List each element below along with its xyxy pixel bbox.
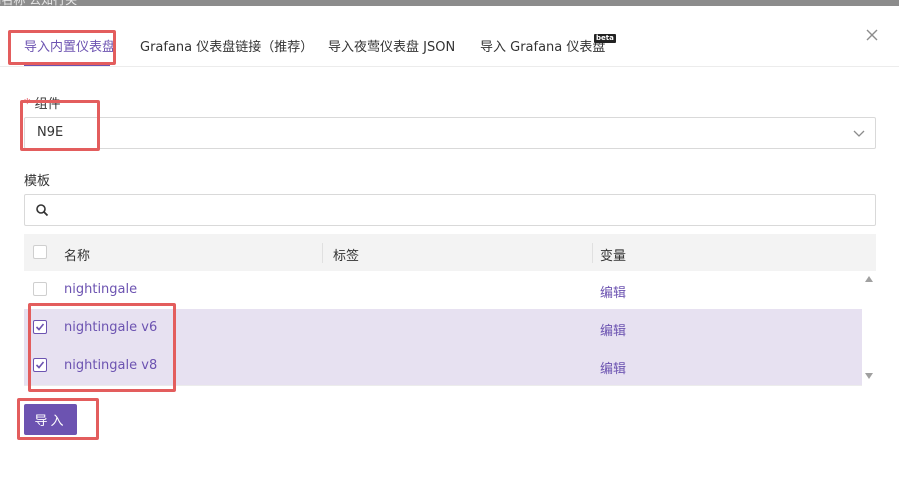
checkmark-icon	[35, 361, 45, 369]
chevron-down-icon	[853, 130, 865, 137]
column-divider	[322, 243, 323, 263]
import-tabs: 导入内置仪表盘 Grafana 仪表盘链接（推荐） 导入夜莺仪表盘 JSON 导…	[0, 6, 899, 67]
component-label: * 组件	[24, 93, 61, 112]
template-search-box	[24, 194, 876, 226]
edit-variables-link[interactable]: 编辑	[600, 358, 626, 377]
scroll-up-arrow-icon[interactable]	[865, 276, 873, 282]
tab-import-builtin[interactable]: 导入内置仪表盘	[24, 36, 115, 55]
column-variables-header: 变量	[600, 249, 627, 264]
template-name-link[interactable]: nightingale v8	[64, 358, 157, 373]
row-checkbox[interactable]	[33, 282, 47, 296]
table-header: 名称 标签 变量	[24, 234, 876, 271]
table-row: nightingale v6 编辑	[24, 309, 862, 348]
table-row: nightingale 编辑	[24, 271, 862, 310]
beta-badge: beta	[594, 34, 616, 43]
component-select[interactable]: N9E	[24, 117, 876, 149]
component-label-text: 组件	[34, 97, 61, 112]
template-search-input[interactable]	[57, 199, 861, 221]
required-mark: *	[24, 97, 31, 112]
column-divider	[592, 243, 593, 263]
component-select-value: N9E	[37, 125, 64, 140]
checkmark-icon	[35, 323, 45, 331]
active-tab-indicator	[24, 64, 110, 66]
edit-variables-link[interactable]: 编辑	[600, 282, 626, 301]
column-tags-header: 标签	[333, 249, 360, 264]
select-all-checkbox[interactable]	[33, 245, 47, 259]
row-checkbox[interactable]	[33, 358, 47, 372]
edit-variables-link[interactable]: 编辑	[600, 320, 626, 339]
row-checkbox[interactable]	[33, 320, 47, 334]
template-name-link[interactable]: nightingale	[64, 282, 137, 297]
scroll-down-arrow-icon[interactable]	[865, 373, 873, 379]
template-name-link[interactable]: nightingale v6	[64, 320, 157, 335]
column-name-header: 名称	[64, 249, 91, 264]
close-icon[interactable]	[863, 26, 881, 44]
tab-import-n9e-json[interactable]: 导入夜莺仪表盘 JSON	[328, 36, 455, 55]
import-button[interactable]: 导入	[24, 404, 77, 435]
template-label: 模板	[24, 174, 51, 189]
table-row: nightingale v8 编辑	[24, 347, 862, 386]
tab-import-grafana[interactable]: 导入 Grafana 仪表盘	[480, 36, 605, 55]
search-icon	[36, 204, 49, 217]
tab-grafana-link[interactable]: Grafana 仪表盘链接（推荐）	[140, 36, 313, 55]
table-scrollbar[interactable]	[862, 271, 876, 385]
